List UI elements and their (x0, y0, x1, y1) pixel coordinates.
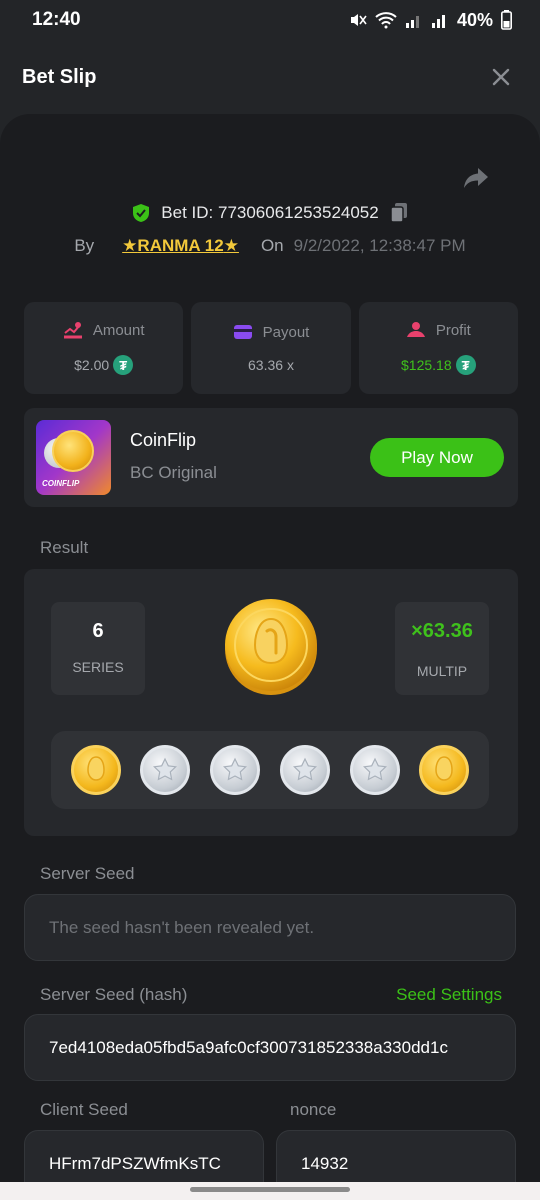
multiplier-value: ×63.36 (411, 620, 473, 642)
username-link[interactable]: ★RANMA 12★ (122, 236, 239, 256)
bet-id-row: Bet ID: 77306061253524052 (0, 202, 540, 224)
bet-slip-sheet: Bet ID: 77306061253524052 By ★RANMA 12★ … (0, 114, 540, 1200)
game-card: COINFLIP CoinFlip BC Original Play Now (24, 408, 518, 507)
wifi-icon (375, 12, 397, 29)
gold-coin-result-icon (225, 599, 317, 695)
header: Bet Slip (0, 40, 540, 114)
close-button[interactable] (488, 64, 514, 90)
bet-id-value: 77306061253524052 (217, 203, 379, 222)
verified-shield-icon (133, 204, 150, 222)
gesture-navbar (0, 1182, 540, 1200)
result-label: Result (40, 538, 89, 557)
share-icon[interactable] (462, 164, 490, 192)
payout-icon (233, 325, 252, 339)
by-label: By (74, 236, 95, 255)
stats-row: Amount $2.00 ₮ Payout 63.36 x Profit $12… (24, 302, 518, 394)
bet-date: 9/2/2022, 12:38:47 PM (293, 236, 466, 255)
amount-label: Amount (92, 321, 145, 339)
silver-coin-icon (140, 745, 191, 795)
coinflip-thumbnail[interactable]: COINFLIP (36, 420, 111, 495)
seed-settings-link[interactable]: Seed Settings (396, 985, 502, 1005)
status-time: 12:40 (32, 9, 81, 30)
battery-icon (501, 10, 512, 30)
payout-card: Payout 63.36 x (191, 302, 351, 394)
payout-label: Payout (262, 323, 310, 341)
signal-icon-2 (431, 15, 445, 28)
battery-percent: 40% (456, 9, 493, 30)
amount-icon (63, 322, 82, 339)
result-panel: 6 SERIES ×63.36 MULTIP (24, 569, 518, 836)
status-icons: 40% (349, 10, 512, 31)
gold-coin-icon (419, 745, 470, 795)
gold-coin-icon (70, 745, 121, 795)
profit-value: $125.18 (401, 357, 452, 373)
tether-icon: ₮ (113, 355, 134, 375)
username: RANMA 12 (137, 236, 224, 255)
amount-value: $2.00 (74, 357, 110, 373)
server-seed-hash-field[interactable]: 7ed4108eda05fbd5a9afc0cf300731852338a330… (24, 1014, 516, 1081)
payout-value: 63.36 x (248, 356, 294, 373)
copy-icon[interactable] (389, 202, 409, 224)
series-box: 6 SERIES (51, 602, 145, 695)
profit-card: Profit $125.18 ₮ (358, 302, 518, 394)
coin-history (51, 731, 489, 809)
bet-id-label: Bet ID: (161, 203, 214, 222)
profit-icon (406, 322, 425, 337)
amount-card: Amount $2.00 ₮ (24, 302, 184, 394)
tether-icon: ₮ (455, 355, 476, 375)
signal-icon (405, 16, 419, 28)
page-title: Bet Slip (22, 65, 97, 88)
series-value: 6 (92, 620, 104, 642)
close-icon (492, 68, 510, 86)
silver-coin-icon (349, 745, 400, 795)
series-label: SERIES (72, 659, 124, 675)
multiplier-label: MULTIP (416, 663, 468, 679)
multiplier-box: ×63.36 MULTIP (395, 602, 489, 695)
game-provider: BC Original (130, 463, 217, 482)
on-label: On (260, 236, 284, 255)
server-seed-field: The seed hasn't been revealed yet. (24, 894, 516, 961)
mute-icon (350, 14, 367, 26)
profit-label: Profit (435, 321, 471, 339)
gold-coin-icon (52, 430, 94, 472)
client-seed-label: Client Seed (40, 1100, 128, 1119)
silver-coin-icon (279, 745, 330, 795)
bet-by-row: By ★RANMA 12★ On 9/2/2022, 12:38:47 PM (0, 236, 540, 256)
home-handle[interactable] (190, 1187, 350, 1192)
server-seed-label: Server Seed (40, 864, 135, 883)
server-seed-hash-label: Server Seed (hash) (40, 985, 188, 1004)
status-bar: 12:40 40% (0, 0, 540, 40)
nonce-label: nonce (290, 1100, 337, 1119)
thumbnail-label: COINFLIP (42, 479, 80, 488)
game-name: CoinFlip (130, 430, 197, 450)
silver-coin-icon (210, 745, 261, 795)
play-now-button[interactable]: Play Now (370, 438, 504, 477)
